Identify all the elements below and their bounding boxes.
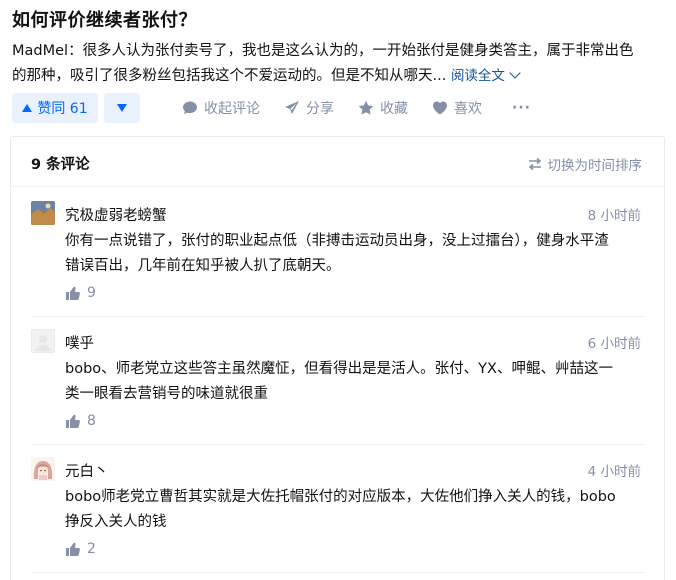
comments-header: 9 条评论 切换为时间排序 xyxy=(11,137,664,187)
excerpt-line-1: MadMel：很多人认为张付卖号了，我也是这么认为的，一开始张付是健身类答主，属… xyxy=(12,39,668,64)
like-label: 喜欢 xyxy=(454,101,482,117)
avatar[interactable] xyxy=(31,329,55,353)
read-more-link[interactable]: 阅读全文 xyxy=(450,67,521,84)
thumbs-up-icon xyxy=(66,414,80,428)
comment-bubble-icon xyxy=(183,101,197,114)
thumbs-up-icon xyxy=(66,542,80,556)
collect-button[interactable]: 收藏 xyxy=(358,98,408,118)
comment-author[interactable]: 究极虚弱老螃蟹 xyxy=(65,204,167,225)
comment-line: 你有一点说错了，张付的职业起点低（非搏击运动员出身，没上过擂台），健身水平渣 xyxy=(65,233,609,249)
comment-content: bobo师老党立曹哲其实就是大佐托帽张付的对应版本，大佐他们挣入关人的钱，bob… xyxy=(65,485,643,535)
comment-time: 4 小时前 xyxy=(587,464,641,480)
read-more-label: 阅读全文 xyxy=(450,68,505,84)
comments-panel: 9 条评论 切换为时间排序 究极虚弱老螃蟹 8 小时前 你有一点说错了，张付的职… xyxy=(10,136,665,580)
triangle-up-icon xyxy=(22,104,33,112)
comment-like-count: 8 xyxy=(87,413,96,429)
comment-time: 6 小时前 xyxy=(587,336,641,352)
chevron-down-icon xyxy=(509,67,521,79)
comment-author[interactable]: 元白丶 xyxy=(65,460,109,481)
comment-like-button[interactable]: 8 xyxy=(65,413,96,429)
triangle-down-icon xyxy=(117,104,127,112)
downvote-button[interactable] xyxy=(104,93,140,123)
comment-content: 你有一点说错了，张付的职业起点低（非搏击运动员出身，没上过擂台），健身水平渣 错… xyxy=(65,229,643,279)
collect-label: 收藏 xyxy=(380,101,408,117)
answer-author[interactable]: MadMel xyxy=(12,43,68,59)
comments-count: 9 条评论 xyxy=(31,157,90,173)
comment-item: 噗乎 6 小时前 bobo、师老党立这些答主虽然魔怔，但看得出是是活人。张付、Y… xyxy=(31,329,645,439)
sort-toggle-button[interactable]: 切换为时间排序 xyxy=(528,154,643,174)
excerpt-text-1: 很多人认为张付卖号了，我也是这么认为的，一开始张付是健身类答主，属于非常出色 xyxy=(82,43,634,59)
excerpt-line-2: 的那种，吸引了很多粉丝包括我这个不爱运动的。但是不知从哪天... 阅读全文 xyxy=(12,64,668,89)
comment-line: bobo师老党立曹哲其实就是大佐托帽张付的对应版本，大佐他们挣入关人的钱，bob… xyxy=(65,489,616,505)
avatar-anime-girl-image xyxy=(31,457,55,481)
more-button[interactable]: ··· xyxy=(512,100,531,116)
comment-content: bobo、师老党立这些答主虽然魔怔，但看得出是是活人。张付、YX、呷鲲、艸喆这一… xyxy=(65,357,643,407)
comment-author[interactable]: 噗乎 xyxy=(65,332,94,353)
thumbs-up-icon xyxy=(66,286,80,300)
upvote-label: 赞同 61 xyxy=(37,101,88,117)
comment-like-count: 2 xyxy=(87,541,96,557)
comment-item: 元白丶 4 小时前 bobo师老党立曹哲其实就是大佐托帽张付的对应版本，大佐他们… xyxy=(31,457,645,567)
comment-divider xyxy=(31,444,645,445)
author-separator: ： xyxy=(68,43,83,59)
avatar-placeholder-image xyxy=(31,329,55,353)
comment-like-button[interactable]: 9 xyxy=(65,285,96,301)
comment-like-button[interactable]: 2 xyxy=(65,541,96,557)
comment-line: 错误百出，几年前在知乎被人扒了底朝天。 xyxy=(65,258,341,274)
comment-divider xyxy=(31,572,645,573)
avatar[interactable] xyxy=(31,201,55,225)
answer-excerpt[interactable]: MadMel：很多人认为张付卖号了，我也是这么认为的，一开始张付是健身类答主，属… xyxy=(12,39,668,89)
share-label: 分享 xyxy=(306,101,334,117)
comment-divider xyxy=(31,316,645,317)
comment-line: 挣反入关人的钱 xyxy=(65,514,167,530)
comment-item: 究极虚弱老螃蟹 8 小时前 你有一点说错了，张付的职业起点低（非搏击运动员出身，… xyxy=(31,201,645,311)
share-plane-icon xyxy=(285,101,299,114)
avatar[interactable] xyxy=(31,457,55,481)
comment-line: 类一眼看去营销号的味道就很重 xyxy=(65,386,268,402)
avatar-landscape-image xyxy=(31,201,55,225)
sort-toggle-label: 切换为时间排序 xyxy=(547,158,643,174)
like-button[interactable]: 喜欢 xyxy=(432,98,482,118)
question-title[interactable]: 如何评价继续者张付？ xyxy=(12,6,197,32)
more-dots-icon: ··· xyxy=(512,100,531,116)
star-icon xyxy=(358,100,374,115)
collapse-comments-label: 收起评论 xyxy=(204,101,260,117)
answer-action-bar: 赞同 61 收起评论 分享 收藏 喜欢 ··· xyxy=(12,93,531,123)
comment-line: bobo、师老党立这些答主虽然魔怔，但看得出是是活人。张付、YX、呷鲲、艸喆这一 xyxy=(65,361,613,377)
share-button[interactable]: 分享 xyxy=(284,98,334,118)
excerpt-text-2: 的那种，吸引了很多粉丝包括我这个不爱运动的。但是不知从哪天... xyxy=(12,68,447,84)
comment-like-count: 9 xyxy=(87,285,96,301)
swap-arrows-icon xyxy=(528,157,541,171)
collapse-comments-button[interactable]: 收起评论 xyxy=(182,98,260,118)
comment-time: 8 小时前 xyxy=(587,208,641,224)
upvote-button[interactable]: 赞同 61 xyxy=(12,93,98,123)
heart-icon xyxy=(433,101,447,115)
